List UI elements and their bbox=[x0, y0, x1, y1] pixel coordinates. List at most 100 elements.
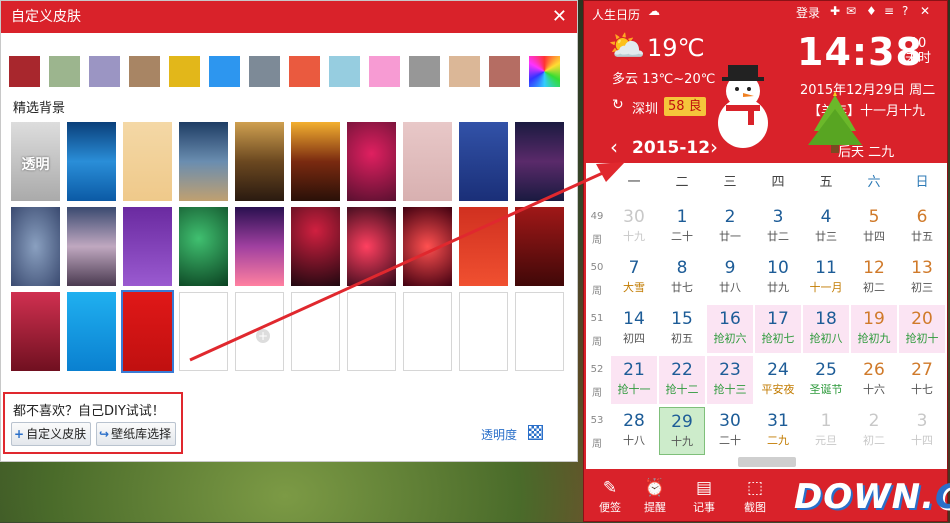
day-cell[interactable]: 22 抢十二 bbox=[659, 356, 705, 404]
color-swatch[interactable] bbox=[489, 56, 520, 87]
day-cell[interactable]: 30 十九 bbox=[611, 203, 657, 251]
day-cell[interactable]: 26 十六 bbox=[851, 356, 897, 404]
day-cell[interactable]: 16 抢初六 bbox=[707, 305, 753, 353]
background-thumbnail[interactable] bbox=[179, 207, 228, 286]
close-icon[interactable]: ✕ bbox=[552, 1, 567, 33]
day-cell[interactable]: 6 廿五 bbox=[899, 203, 945, 251]
color-swatch[interactable] bbox=[129, 56, 160, 87]
day-cell[interactable]: 25 圣诞节 bbox=[803, 356, 849, 404]
prev-month-icon[interactable]: ‹ bbox=[610, 135, 618, 159]
day-cell[interactable]: 14 初四 bbox=[611, 305, 657, 353]
message-icon[interactable]: ✉ bbox=[846, 4, 856, 18]
background-thumbnail[interactable] bbox=[67, 122, 116, 201]
reminder-button[interactable]: ⏰ 提醒 bbox=[635, 477, 675, 515]
background-thumbnail[interactable] bbox=[403, 122, 452, 201]
background-thumbnail[interactable] bbox=[235, 122, 284, 201]
day-cell[interactable]: 3 廿二 bbox=[755, 203, 801, 251]
background-thumbnail[interactable] bbox=[235, 207, 284, 286]
month-label[interactable]: 2015-12 bbox=[632, 138, 710, 158]
day-cell[interactable]: 11 十一月 bbox=[803, 254, 849, 302]
journal-button[interactable]: ▤ 记事 bbox=[684, 477, 724, 515]
help-icon[interactable]: ? bbox=[902, 4, 908, 18]
custom-skin-button[interactable]: + 自定义皮肤 bbox=[11, 422, 92, 446]
wallpaper-library-button[interactable]: ↪ 壁纸库选择 bbox=[96, 422, 177, 446]
background-thumbnail[interactable] bbox=[11, 207, 60, 286]
day-cell[interactable]: 8 廿七 bbox=[659, 254, 705, 302]
day-cell[interactable]: 20 抢初十 bbox=[899, 305, 945, 353]
color-swatch[interactable] bbox=[249, 56, 280, 87]
day-cell[interactable]: 1 元旦 bbox=[803, 407, 849, 455]
city[interactable]: 深圳 bbox=[632, 98, 658, 117]
day-cell[interactable]: 4 廿三 bbox=[803, 203, 849, 251]
background-thumbnail[interactable] bbox=[291, 122, 340, 201]
week-number: 52 周 bbox=[590, 364, 604, 399]
background-thumbnail[interactable] bbox=[515, 207, 564, 286]
color-swatch[interactable] bbox=[369, 56, 400, 87]
background-thumbnail[interactable] bbox=[67, 292, 116, 371]
color-swatch[interactable] bbox=[89, 56, 120, 87]
screenshot-button[interactable]: ⬚ 截图 bbox=[735, 477, 775, 515]
background-thumbnail[interactable] bbox=[347, 207, 396, 286]
background-thumbnail[interactable] bbox=[123, 207, 172, 286]
color-swatch[interactable] bbox=[409, 56, 440, 87]
day-cell[interactable]: 21 抢十一 bbox=[611, 356, 657, 404]
day-cell[interactable]: 24 平安夜 bbox=[755, 356, 801, 404]
color-swatch[interactable] bbox=[9, 56, 40, 87]
day-cell[interactable]: 30 二十 bbox=[707, 407, 753, 455]
collapse-handle[interactable] bbox=[738, 457, 796, 467]
cloud-icon[interactable]: ☁ bbox=[648, 4, 660, 18]
day-cell[interactable]: 31 二九 bbox=[755, 407, 801, 455]
day-cell[interactable]: 1 二十 bbox=[659, 203, 705, 251]
background-thumbnail[interactable] bbox=[515, 122, 564, 201]
alarm-icon: ⏰ bbox=[644, 478, 666, 498]
day-cell[interactable]: 13 初三 bbox=[899, 254, 945, 302]
background-thumbnail[interactable]: 透明 bbox=[11, 122, 60, 201]
day-cell[interactable]: 7 大雪 bbox=[611, 254, 657, 302]
background-thumbnail[interactable] bbox=[11, 292, 60, 371]
background-thumbnail[interactable] bbox=[403, 207, 452, 286]
close-icon[interactable]: ✕ bbox=[920, 4, 930, 18]
background-thumbnail[interactable] bbox=[123, 122, 172, 201]
background-thumbnail[interactable] bbox=[67, 207, 116, 286]
day-cell[interactable]: 19 抢初九 bbox=[851, 305, 897, 353]
day-cell[interactable]: 18 抢初八 bbox=[803, 305, 849, 353]
background-thumbnail[interactable] bbox=[347, 122, 396, 201]
gift-icon[interactable]: ✚ bbox=[830, 4, 840, 18]
background-thumbnail[interactable] bbox=[459, 122, 508, 201]
day-cell[interactable]: 5 廿四 bbox=[851, 203, 897, 251]
day-cell[interactable]: 2 廿一 bbox=[707, 203, 753, 251]
opacity-label[interactable]: 透明度 bbox=[481, 426, 517, 443]
opacity-icon[interactable] bbox=[528, 425, 543, 440]
day-cell[interactable]: 3 十四 bbox=[899, 407, 945, 455]
day-cell[interactable]: 2 初二 bbox=[851, 407, 897, 455]
add-icon[interactable]: + bbox=[256, 329, 270, 343]
login-link[interactable]: 登录 bbox=[796, 4, 820, 21]
refresh-icon[interactable]: ↻ bbox=[612, 97, 624, 113]
next-month-icon[interactable]: › bbox=[710, 135, 718, 159]
color-swatch[interactable] bbox=[329, 56, 360, 87]
day-cell-today[interactable]: 29 十九 bbox=[659, 407, 705, 455]
background-thumbnail[interactable] bbox=[459, 207, 508, 286]
color-swatch[interactable] bbox=[169, 56, 200, 87]
color-swatch[interactable] bbox=[289, 56, 320, 87]
day-cell[interactable]: 12 初二 bbox=[851, 254, 897, 302]
day-cell[interactable]: 28 十八 bbox=[611, 407, 657, 455]
day-cell[interactable]: 15 初五 bbox=[659, 305, 705, 353]
color-swatch[interactable] bbox=[449, 56, 480, 87]
color-swatch[interactable] bbox=[49, 56, 80, 87]
background-thumbnail[interactable] bbox=[291, 207, 340, 286]
day-cell[interactable]: 17 抢初七 bbox=[755, 305, 801, 353]
day-cell[interactable]: 10 廿九 bbox=[755, 254, 801, 302]
color-swatch[interactable] bbox=[209, 56, 240, 87]
day-cell[interactable]: 27 十七 bbox=[899, 356, 945, 404]
notes-button[interactable]: ✎ 便签 bbox=[590, 477, 630, 515]
day-cell[interactable]: 23 抢十三 bbox=[707, 356, 753, 404]
color-swatch[interactable] bbox=[529, 56, 560, 87]
menu-icon[interactable]: ≡ bbox=[884, 4, 894, 18]
aqi-badge: 58 良 bbox=[664, 97, 706, 116]
skin-icon[interactable]: ♦ bbox=[866, 4, 877, 18]
background-thumbnail[interactable] bbox=[179, 122, 228, 201]
week-number: 53 周 bbox=[590, 415, 604, 450]
background-thumbnail-selected[interactable] bbox=[121, 290, 174, 373]
day-cell[interactable]: 9 廿八 bbox=[707, 254, 753, 302]
